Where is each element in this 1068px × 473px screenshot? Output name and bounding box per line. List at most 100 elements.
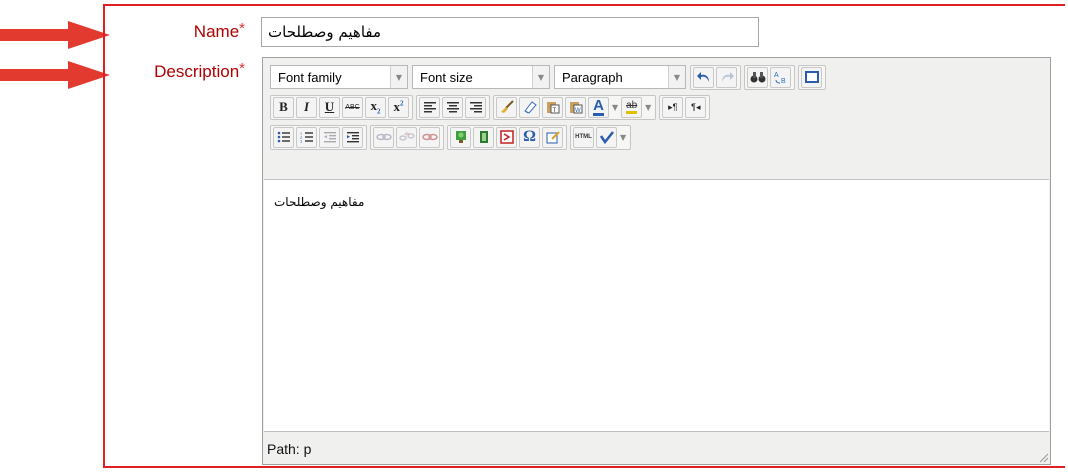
required-icon: * bbox=[239, 20, 245, 37]
undo-icon bbox=[696, 72, 709, 82]
ltr-button[interactable]: ▸¶ bbox=[662, 96, 684, 118]
unlink-icon bbox=[398, 132, 415, 141]
editor-content-area[interactable]: مفاهيم وصطلحات bbox=[264, 179, 1049, 432]
unlink-button[interactable] bbox=[396, 126, 417, 148]
html-source-button[interactable]: HTML bbox=[573, 126, 594, 148]
align-center-icon bbox=[446, 102, 459, 113]
name-input-value: مفاهيم وصطلحات bbox=[268, 23, 382, 41]
resize-grip-icon[interactable] bbox=[1037, 451, 1049, 463]
bold-icon: B bbox=[279, 99, 288, 114]
undo-button[interactable] bbox=[693, 66, 714, 88]
find-button[interactable] bbox=[747, 66, 768, 88]
highlight-color-icon: ab bbox=[626, 100, 638, 114]
undo-redo-group bbox=[690, 64, 741, 90]
ltr-icon: ▸¶ bbox=[668, 101, 678, 112]
outdent-icon bbox=[323, 132, 336, 143]
strikethrough-button[interactable]: ABC bbox=[342, 96, 363, 118]
list-group: 123 bbox=[270, 124, 367, 150]
indent-button[interactable] bbox=[342, 126, 363, 148]
description-label-text: Description bbox=[154, 62, 240, 81]
svg-text:W: W bbox=[575, 108, 581, 114]
text-color-icon: A bbox=[593, 96, 604, 116]
insert-link-button[interactable] bbox=[373, 126, 394, 148]
font-size-select-text: Font size bbox=[420, 69, 473, 85]
paste-word-button[interactable]: W bbox=[565, 96, 586, 118]
subscript-button[interactable]: x2 bbox=[365, 96, 386, 118]
text-color-button[interactable]: A bbox=[588, 96, 609, 118]
rich-text-editor: Font family ▼ Font size ▼ Paragraph ▼ AB bbox=[262, 57, 1051, 465]
spellcheck-button[interactable] bbox=[596, 126, 617, 148]
direction-group: ▸¶ ¶◂ bbox=[659, 94, 711, 120]
remove-format-button[interactable] bbox=[519, 96, 540, 118]
align-left-icon bbox=[423, 102, 436, 113]
bullet-list-button[interactable] bbox=[273, 126, 294, 148]
edit-icon bbox=[546, 131, 560, 144]
replace-icon: AB bbox=[774, 72, 786, 84]
insert-group: Ω bbox=[447, 124, 567, 150]
paragraph-format-select-text: Paragraph bbox=[562, 69, 623, 85]
html-group: HTML ▼ bbox=[570, 124, 632, 150]
replace-button[interactable]: AB bbox=[770, 66, 791, 88]
editor-content-text: مفاهيم وصطلحات bbox=[274, 195, 365, 209]
subscript-icon: x2 bbox=[370, 98, 381, 116]
special-character-button[interactable]: Ω bbox=[519, 126, 540, 148]
align-right-icon bbox=[469, 102, 482, 113]
anchor-button[interactable] bbox=[419, 126, 440, 148]
font-size-select[interactable]: Font size ▼ bbox=[412, 65, 550, 89]
underline-button[interactable]: U bbox=[319, 96, 340, 118]
pointer-arrow-name bbox=[0, 21, 110, 49]
redo-icon bbox=[721, 72, 734, 82]
svg-text:B: B bbox=[781, 78, 786, 84]
edit-button[interactable] bbox=[542, 126, 563, 148]
italic-icon: I bbox=[303, 99, 310, 114]
eraser-icon bbox=[523, 101, 537, 114]
svg-text:T: T bbox=[552, 108, 556, 114]
chevron-down-icon: ▼ bbox=[668, 66, 685, 88]
outdent-button[interactable] bbox=[319, 126, 340, 148]
rtl-icon: ¶◂ bbox=[691, 101, 701, 112]
toolbar-row-1: Font family ▼ Font size ▼ Paragraph ▼ AB bbox=[270, 64, 829, 90]
italic-button[interactable]: I bbox=[296, 96, 317, 118]
name-label: Name* bbox=[194, 20, 245, 42]
highlight-chevron-down-icon[interactable]: ▼ bbox=[645, 103, 651, 112]
redo-button[interactable] bbox=[716, 66, 737, 88]
link-group bbox=[370, 124, 444, 150]
bullet-list-icon bbox=[277, 131, 290, 143]
insert-special-button[interactable] bbox=[496, 126, 517, 148]
required-icon: * bbox=[239, 60, 245, 77]
numbered-list-button[interactable]: 123 bbox=[296, 126, 317, 148]
fullscreen-button[interactable] bbox=[801, 66, 822, 88]
spellcheck-icon bbox=[599, 131, 614, 144]
film-icon bbox=[479, 131, 488, 143]
name-input[interactable]: مفاهيم وصطلحات bbox=[261, 17, 759, 47]
html-icon: HTML bbox=[575, 134, 592, 140]
paragraph-format-select[interactable]: Paragraph ▼ bbox=[554, 65, 686, 89]
font-family-select[interactable]: Font family ▼ bbox=[270, 65, 408, 89]
rtl-button[interactable]: ¶◂ bbox=[685, 96, 707, 118]
pointer-arrow-description bbox=[0, 61, 110, 89]
fullscreen-group bbox=[798, 64, 826, 90]
broom-icon bbox=[500, 100, 514, 113]
clean-up-button[interactable] bbox=[496, 96, 517, 118]
align-left-button[interactable] bbox=[419, 96, 440, 118]
insert-media-button[interactable] bbox=[473, 126, 494, 148]
clipboard-group: T W A ▼ ab ▼ bbox=[493, 94, 657, 120]
toolbar-row-3: 123 Ω HTML ▼ bbox=[270, 124, 634, 150]
link-icon bbox=[375, 133, 392, 141]
underline-icon: U bbox=[324, 99, 335, 114]
spellcheck-chevron-down-icon[interactable]: ▼ bbox=[620, 133, 626, 142]
align-right-button[interactable] bbox=[465, 96, 486, 118]
superscript-button[interactable]: x2 bbox=[388, 96, 409, 118]
align-center-button[interactable] bbox=[442, 96, 463, 118]
paste-text-button[interactable]: T bbox=[542, 96, 563, 118]
path-status: Path: p bbox=[267, 441, 312, 457]
chevron-down-icon: ▼ bbox=[390, 66, 407, 88]
insert-image-button[interactable] bbox=[450, 126, 471, 148]
bold-button[interactable]: B bbox=[273, 96, 294, 118]
superscript-icon: x2 bbox=[393, 99, 404, 114]
svg-text:3: 3 bbox=[300, 139, 302, 143]
paste-word-icon: W bbox=[569, 102, 582, 114]
highlight-color-button[interactable]: ab bbox=[621, 96, 643, 118]
text-color-chevron-down-icon[interactable]: ▼ bbox=[612, 103, 618, 112]
text-style-group: B I U ABC x2 x2 bbox=[270, 94, 413, 120]
